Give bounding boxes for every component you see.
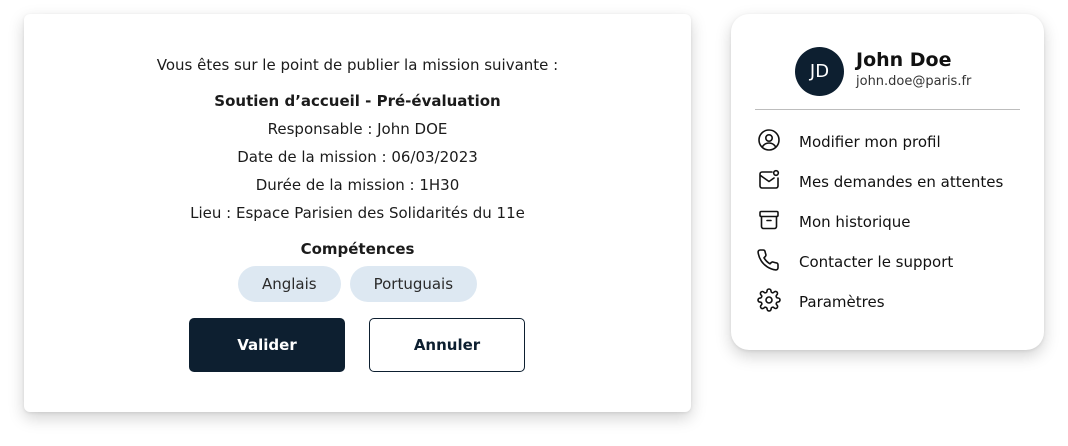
menu-item-pending-requests[interactable]: Mes demandes en attentes	[757, 169, 1003, 195]
menu-divider	[755, 109, 1020, 110]
skills-list: Anglais Portuguais	[24, 266, 691, 302]
menu-item-history[interactable]: Mon historique	[757, 209, 911, 235]
phone-icon	[757, 248, 781, 276]
skill-chip: Anglais	[237, 266, 341, 302]
mission-responsible: Responsable : John DOE	[267, 120, 448, 138]
menu-item-contact-support[interactable]: Contacter le support	[757, 249, 953, 275]
menu-item-label: Mon historique	[799, 213, 911, 231]
mission-title: Soutien d’accueil - Pré-évaluation	[214, 92, 501, 110]
menu-item-label: Paramètres	[799, 293, 885, 311]
profile-menu: JD John Doe john.doe@paris.fr Modifier m…	[731, 14, 1044, 350]
dialog-intro-text: Vous êtes sur le point de publier la mis…	[156, 56, 559, 74]
menu-item-edit-profile[interactable]: Modifier mon profil	[757, 129, 941, 155]
menu-item-label: Mes demandes en attentes	[799, 173, 1004, 191]
mission-duration: Durée de la mission : 1H30	[255, 176, 460, 194]
user-circle-icon	[757, 128, 781, 156]
menu-item-label: Modifier mon profil	[799, 133, 941, 151]
skill-chip: Portuguais	[349, 266, 478, 302]
archive-icon	[757, 208, 781, 236]
mission-location: Lieu : Espace Parisien des Solidarités d…	[190, 204, 525, 222]
confirm-button[interactable]: Valider	[189, 318, 345, 372]
skills-heading: Compétences	[300, 240, 415, 258]
menu-item-settings[interactable]: Paramètres	[757, 288, 885, 316]
menu-item-label: Contacter le support	[799, 253, 954, 271]
gear-icon	[757, 288, 781, 316]
avatar: JD	[795, 47, 844, 96]
cancel-button[interactable]: Annuler	[369, 318, 525, 372]
user-name: John Doe	[856, 49, 952, 71]
mission-date: Date de la mission : 06/03/2023	[237, 148, 478, 166]
mail-notification-icon	[757, 168, 781, 196]
user-email: john.doe@paris.fr	[856, 74, 972, 89]
mission-confirmation-dialog: Vous êtes sur le point de publier la mis…	[24, 14, 691, 412]
